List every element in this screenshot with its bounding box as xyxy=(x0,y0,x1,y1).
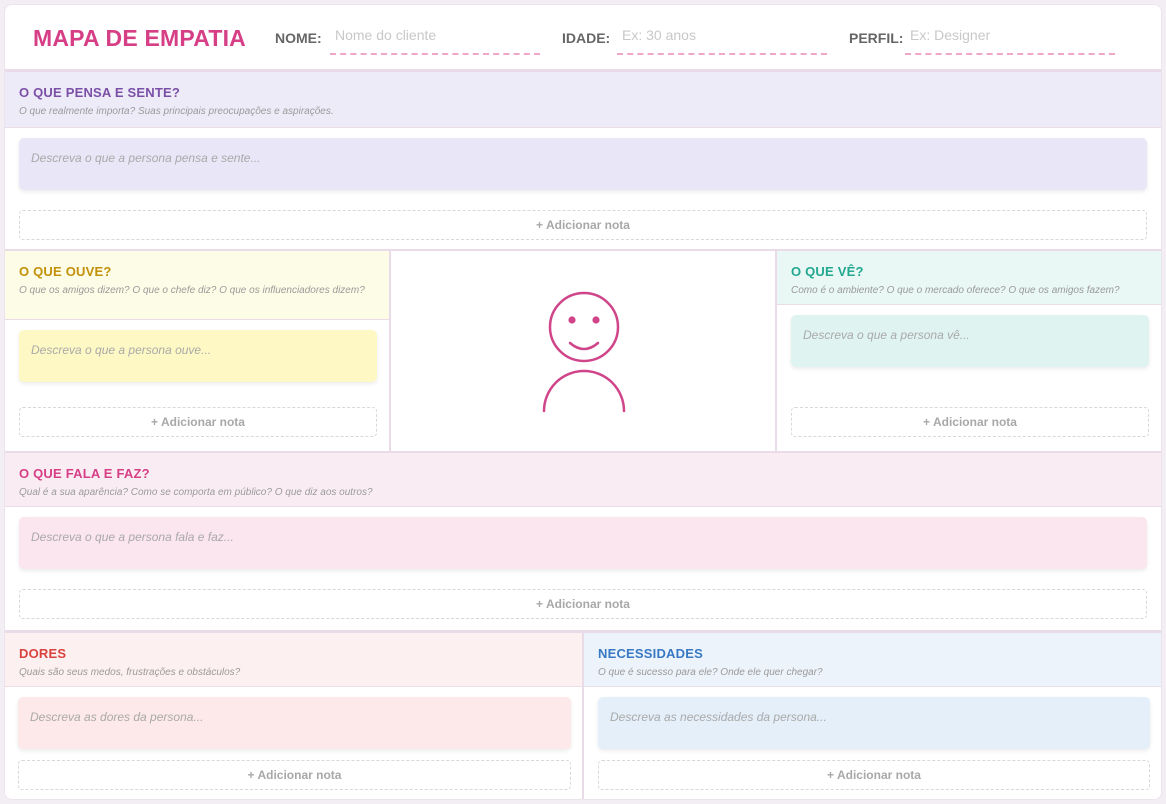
section-subtitle: Quais são seus medos, frustrações e obst… xyxy=(19,667,241,678)
section-sees: O QUE VÊ? Como é o ambiente? O que o mer… xyxy=(777,251,1161,451)
empathy-map-page: MAPA DE EMPATIA NOME: IDADE: PERFIL: O Q… xyxy=(4,4,1162,800)
age-label: IDADE: xyxy=(562,30,611,46)
add-note-button-pains[interactable]: + Adicionar nota xyxy=(18,760,571,790)
add-note-button-thinks-feels[interactable]: + Adicionar nota xyxy=(19,210,1147,240)
section-header: O QUE FALA E FAZ? Qual é a sua aparência… xyxy=(5,453,1161,507)
name-label: NOME: xyxy=(275,30,322,46)
add-note-button-needs[interactable]: + Adicionar nota xyxy=(598,760,1150,790)
section-needs: NECESSIDADES O que é sucesso para ele? O… xyxy=(584,633,1161,799)
section-thinks-feels: O QUE PENSA E SENTE? O que realmente imp… xyxy=(5,69,1161,251)
section-body: + Adicionar nota xyxy=(5,320,389,451)
section-subtitle: O que os amigos dizem? O que o chefe diz… xyxy=(19,285,365,296)
persona-center xyxy=(391,251,777,451)
section-header: O QUE VÊ? Como é o ambiente? O que o mer… xyxy=(777,251,1161,305)
note-says-does[interactable] xyxy=(19,517,1147,569)
page-title: MAPA DE EMPATIA xyxy=(33,25,246,51)
profile-label: PERFIL: xyxy=(849,30,904,46)
section-title: O QUE VÊ? xyxy=(791,264,864,279)
note-thinks-feels[interactable] xyxy=(19,138,1147,190)
note-hears[interactable] xyxy=(19,330,377,382)
section-body: + Adicionar nota xyxy=(5,128,1161,249)
add-note-button-hears[interactable]: + Adicionar nota xyxy=(19,407,377,437)
section-subtitle: O que realmente importa? Suas principais… xyxy=(19,106,334,117)
section-subtitle: Qual é a sua aparência? Como se comporta… xyxy=(19,487,373,498)
section-title: NECESSIDADES xyxy=(598,646,703,661)
section-header: O QUE OUVE? O que os amigos dizem? O que… xyxy=(5,251,389,320)
section-header: DORES Quais são seus medos, frustrações … xyxy=(5,633,582,687)
section-says-does: O QUE FALA E FAZ? Qual é a sua aparência… xyxy=(5,451,1161,633)
section-hears: O QUE OUVE? O que os amigos dizem? O que… xyxy=(5,251,391,451)
name-input[interactable] xyxy=(330,25,540,55)
section-body: + Adicionar nota xyxy=(584,687,1161,799)
section-subtitle: Como é o ambiente? O que o mercado ofere… xyxy=(791,285,1120,296)
note-pains[interactable] xyxy=(18,697,571,749)
profile-input[interactable] xyxy=(905,25,1115,55)
add-note-button-says-does[interactable]: + Adicionar nota xyxy=(19,589,1147,619)
header: MAPA DE EMPATIA NOME: IDADE: PERFIL: xyxy=(5,5,1161,69)
note-sees[interactable] xyxy=(791,315,1149,367)
note-needs[interactable] xyxy=(598,697,1150,749)
section-body: + Adicionar nota xyxy=(777,305,1161,451)
section-subtitle: O que é sucesso para ele? Onde ele quer … xyxy=(598,667,823,678)
section-header: NECESSIDADES O que é sucesso para ele? O… xyxy=(584,633,1161,687)
add-note-button-sees[interactable]: + Adicionar nota xyxy=(791,407,1149,437)
section-header: O QUE PENSA E SENTE? O que realmente imp… xyxy=(5,72,1161,128)
smiley-person-icon xyxy=(542,291,626,413)
section-body: + Adicionar nota xyxy=(5,687,582,799)
section-pains: DORES Quais são seus medos, frustrações … xyxy=(5,633,584,799)
section-title: O QUE FALA E FAZ? xyxy=(19,466,150,481)
section-body: + Adicionar nota xyxy=(5,507,1161,630)
age-input[interactable] xyxy=(617,25,827,55)
section-title: DORES xyxy=(19,646,67,661)
section-title: O QUE OUVE? xyxy=(19,264,112,279)
section-title: O QUE PENSA E SENTE? xyxy=(19,85,180,100)
